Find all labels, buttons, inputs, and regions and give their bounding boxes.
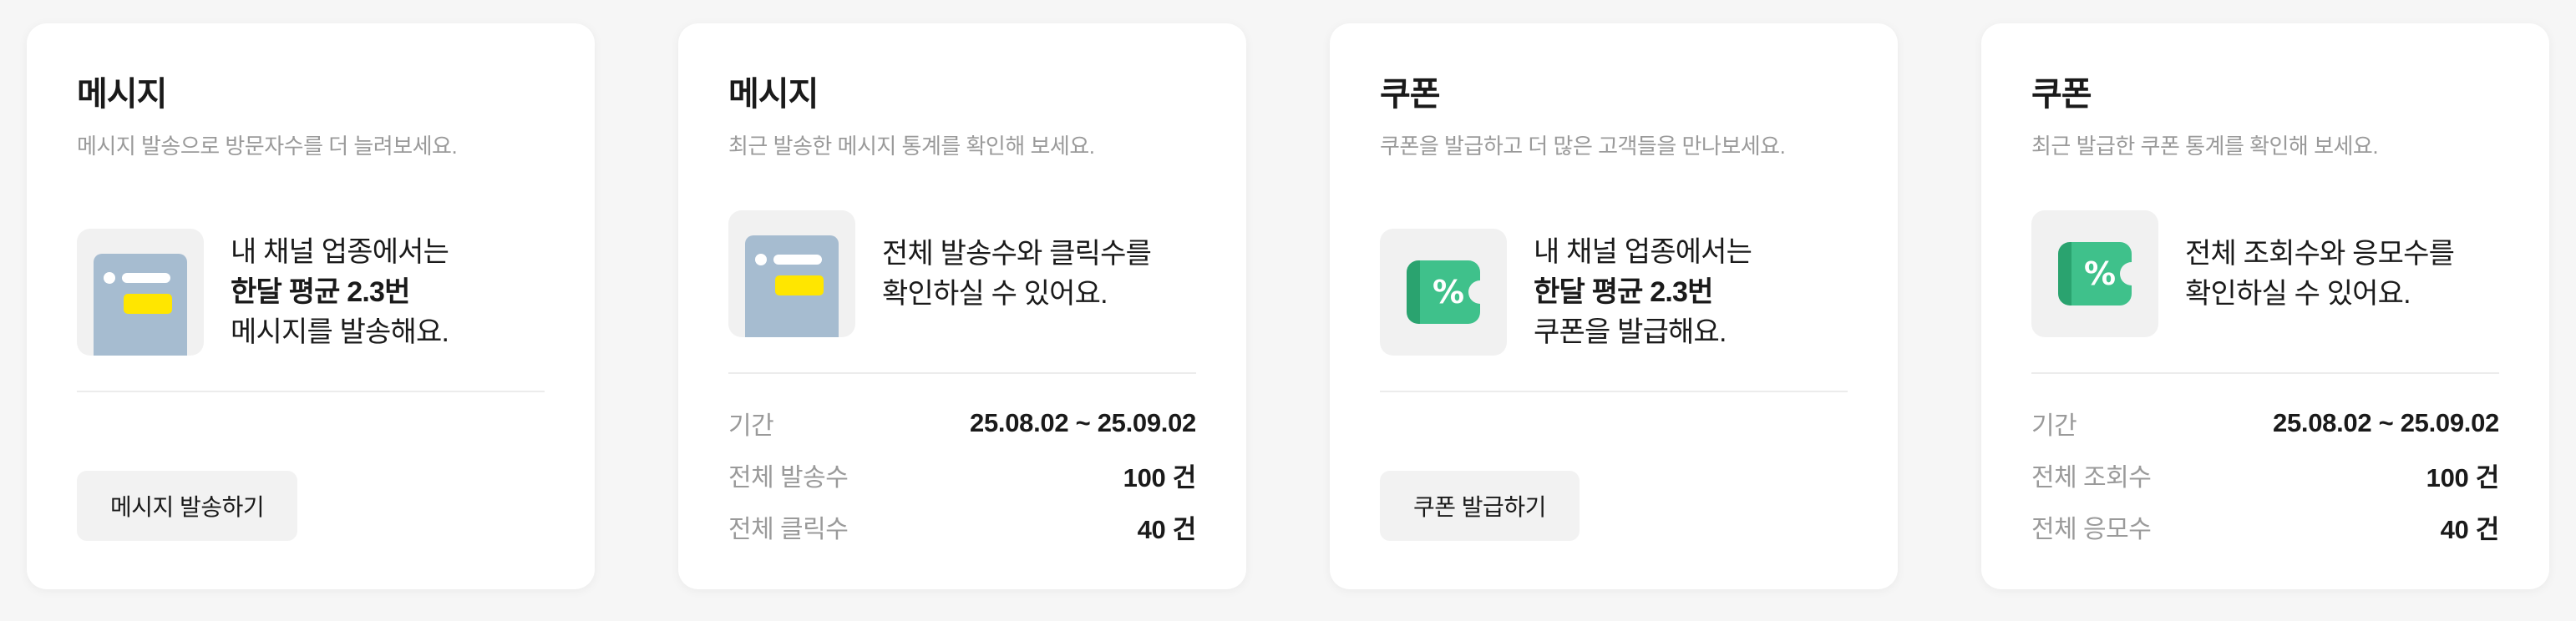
send-message-button[interactable]: 메시지 발송하기 — [77, 471, 298, 541]
message-send-card: 메시지 메시지 발송으로 방문자수를 더 늘려보세요. 내 채널 업종에서는 한… — [27, 23, 595, 589]
promo-text: 내 채널 업종에서는 한달 평균 2.3번 쿠폰을 발급해요. — [1534, 232, 1752, 352]
promo-highlight: 한달 평균 2.3번 — [1534, 276, 1713, 308]
promo-line: 전체 조회수와 응모수를 — [2185, 238, 2455, 270]
stat-value: 40 건 — [2440, 514, 2500, 544]
promo-line: 내 채널 업종에서는 — [231, 236, 449, 268]
stat-row-entries: 전체 응모수 40 건 — [2031, 501, 2499, 553]
promo-line: 전체 발송수와 클릭수를 — [882, 238, 1152, 270]
card-subtitle: 최근 발급한 쿠폰 통계를 확인해 보세요. — [2031, 134, 2379, 159]
card-subtitle: 쿠폰을 발급하고 더 많은 고객들을 만나보세요. — [1380, 134, 1786, 159]
card-title: 메시지 — [77, 76, 167, 113]
card-title: 쿠폰 — [2031, 76, 2092, 113]
divider — [77, 391, 545, 392]
message-stats-card: 메시지 최근 발송한 메시지 통계를 확인해 보세요. 전체 발송수와 클릭수를… — [678, 23, 1246, 589]
stats-list: 기간 25.08.02 ~ 25.09.02 전체 발송수 100 건 전체 클… — [728, 397, 1196, 553]
stat-value: 100 건 — [2426, 462, 2500, 492]
stat-label: 전체 응모수 — [2031, 516, 2152, 543]
promo-section: % 내 채널 업종에서는 한달 평균 2.3번 쿠폰을 발급해요. — [1380, 229, 1848, 356]
promo-line: 내 채널 업종에서는 — [1534, 236, 1752, 268]
card-title: 메시지 — [728, 76, 819, 113]
promo-section: % 전체 조회수와 응모수를 확인하실 수 있어요. — [2031, 210, 2499, 337]
stat-value: 25.08.02 ~ 25.09.02 — [970, 408, 1196, 437]
promo-line: 확인하실 수 있어요. — [2185, 278, 2411, 310]
stat-label: 기간 — [2031, 412, 2077, 440]
promo-section: 내 채널 업종에서는 한달 평균 2.3번 메시지를 발송해요. — [77, 229, 545, 356]
promo-text: 전체 발송수와 클릭수를 확인하실 수 있어요. — [882, 234, 1152, 314]
stat-value: 100 건 — [1123, 462, 1197, 492]
coupon-ticket-icon: % — [2031, 210, 2158, 337]
stat-value: 40 건 — [1137, 514, 1197, 544]
coupon-ticket-icon: % — [1380, 229, 1507, 356]
stat-row-clicks: 전체 클릭수 40 건 — [728, 501, 1196, 553]
promo-section: 전체 발송수와 클릭수를 확인하실 수 있어요. — [728, 210, 1196, 337]
message-document-icon — [728, 210, 855, 337]
divider — [728, 372, 1196, 374]
message-document-icon — [77, 229, 204, 356]
promo-text: 내 채널 업종에서는 한달 평균 2.3번 메시지를 발송해요. — [231, 232, 449, 352]
stat-row-sent: 전체 발송수 100 건 — [728, 449, 1196, 501]
stat-row-period: 기간 25.08.02 ~ 25.09.02 — [2031, 397, 2499, 449]
stat-label: 기간 — [728, 412, 774, 440]
card-title: 쿠폰 — [1380, 76, 1441, 113]
stat-label: 전체 클릭수 — [728, 516, 849, 543]
promo-line: 쿠폰을 발급해요. — [1534, 316, 1727, 348]
stats-list: 기간 25.08.02 ~ 25.09.02 전체 조회수 100 건 전체 응… — [2031, 397, 2499, 553]
stat-row-views: 전체 조회수 100 건 — [2031, 449, 2499, 501]
coupon-stats-card: 쿠폰 최근 발급한 쿠폰 통계를 확인해 보세요. % 전체 조회수와 응모수를… — [1981, 23, 2549, 589]
promo-line: 확인하실 수 있어요. — [882, 278, 1108, 310]
coupon-issue-card: 쿠폰 쿠폰을 발급하고 더 많은 고객들을 만나보세요. % 내 채널 업종에서… — [1330, 23, 1898, 589]
card-subtitle: 최근 발송한 메시지 통계를 확인해 보세요. — [728, 134, 1095, 159]
stat-label: 전체 조회수 — [2031, 464, 2152, 492]
issue-coupon-button[interactable]: 쿠폰 발급하기 — [1380, 471, 1580, 541]
card-row: 메시지 메시지 발송으로 방문자수를 더 늘려보세요. 내 채널 업종에서는 한… — [27, 23, 2549, 589]
promo-text: 전체 조회수와 응모수를 확인하실 수 있어요. — [2185, 234, 2455, 314]
divider — [1380, 391, 1848, 392]
card-subtitle: 메시지 발송으로 방문자수를 더 늘려보세요. — [77, 134, 458, 159]
stat-value: 25.08.02 ~ 25.09.02 — [2273, 408, 2499, 437]
divider — [2031, 372, 2499, 374]
promo-line: 메시지를 발송해요. — [231, 316, 449, 348]
promo-highlight: 한달 평균 2.3번 — [231, 276, 410, 308]
stat-row-period: 기간 25.08.02 ~ 25.09.02 — [728, 397, 1196, 449]
stat-label: 전체 발송수 — [728, 464, 849, 492]
